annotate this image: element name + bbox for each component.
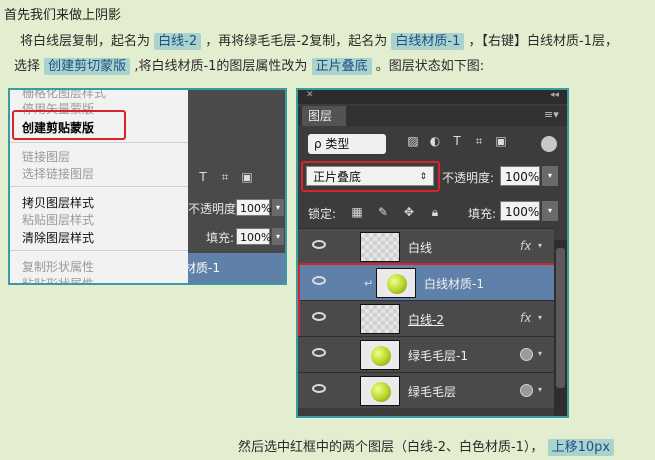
layer-thumbnail	[360, 340, 400, 370]
highlight-name-2: 白线材质-1	[391, 33, 465, 50]
highlight-blend-mode: 正片叠底	[311, 58, 372, 75]
chevron-down-icon[interactable]: ▾	[538, 349, 542, 358]
layer-name: 绿毛毛层	[408, 385, 457, 399]
layer-row[interactable]: 绿毛毛层 ▾	[298, 372, 554, 408]
instruction-text: ,将白线材质-1的图层属性改为	[134, 59, 308, 74]
adjustment-icon[interactable]: ◐	[424, 134, 446, 148]
chevron-down-icon[interactable]: ▾	[542, 201, 558, 221]
chevron-down-icon[interactable]: ▾	[542, 166, 558, 186]
menu-divider	[10, 186, 188, 187]
lock-all-icon[interactable]: 🔒︎	[422, 205, 448, 220]
layer-name: 绿毛毛层-1	[408, 349, 468, 363]
instruction-line-1: 将白线层复制，起名为 白线-2 ，再将绿毛毛层-2复制，起名为 白线材质-1 ，…	[20, 30, 618, 50]
fill-value[interactable]: 100%	[500, 201, 540, 221]
layer-thumbnail	[360, 232, 400, 262]
shape-icon[interactable]: ⌗	[214, 170, 236, 185]
footer-line: 然后选中红框中的两个图层（白线-2、白色材质-1）， 上移10px	[238, 436, 615, 456]
ball-icon	[371, 346, 391, 366]
filter-icons: T ⌗ ▣	[192, 170, 284, 192]
fill-value[interactable]: 100%	[236, 228, 271, 245]
scrollbar-thumb[interactable]	[556, 248, 565, 388]
layer-filter-select[interactable]: ρ 类型	[308, 134, 386, 154]
eye-icon[interactable]	[312, 384, 326, 393]
image-icon[interactable]: ▨	[402, 134, 424, 148]
lock-transparent-icon[interactable]: ▦	[344, 205, 370, 219]
red-highlight-box	[12, 110, 126, 140]
highlight-command: 创建剪切蒙版	[44, 58, 131, 75]
fill-label: 填充:	[206, 231, 235, 245]
smart-filter-icon[interactable]	[520, 348, 533, 361]
chevron-down-icon[interactable]: ▾	[272, 228, 284, 245]
smart-object-icon[interactable]: ▣	[236, 170, 258, 184]
lock-move-icon[interactable]: ✥	[396, 205, 422, 219]
eye-icon[interactable]	[312, 240, 326, 249]
filter-toggle[interactable]	[541, 136, 557, 152]
menu-item-link-layers[interactable]: 链接图层	[22, 148, 70, 165]
menu-divider	[10, 250, 188, 251]
layer-name: 白线	[408, 241, 433, 255]
instruction-text: ，再将绿毛毛层-2复制，起名为	[205, 34, 388, 49]
highlight-name-1: 白线-2	[154, 33, 202, 50]
menu-divider	[10, 142, 188, 143]
instruction-line-2: 选择 创建剪切蒙版 ,将白线材质-1的图层属性改为 正片叠底 。图层状态如下图:	[14, 55, 485, 75]
layer-row[interactable]: 白线 fx ▾	[298, 228, 554, 264]
scrollbar[interactable]	[554, 240, 567, 416]
layer-thumbnail	[360, 376, 400, 406]
opacity-value[interactable]: 100%	[236, 199, 271, 216]
menu-item-copy-layer-style[interactable]: 拷贝图层样式	[22, 194, 94, 211]
instruction-text: 将白线层复制，起名为	[20, 34, 151, 49]
layer-row[interactable]: 绿毛毛层-1 ▾	[298, 336, 554, 372]
instruction-text: ，【右键】白线材质-1层，	[468, 34, 618, 49]
instruction-text: 。图层状态如下图:	[375, 59, 485, 74]
text-icon[interactable]: T	[192, 170, 214, 184]
shape-icon[interactable]: ⌗	[468, 134, 490, 149]
close-icon[interactable]: ✕	[306, 90, 314, 100]
highlight-action: 上移10px	[547, 439, 615, 456]
context-menu-screenshot: T ⌗ ▣ 不透明度: 100% ▾ 填充: 100% ▾ 白线材质-1 栅格化图层…	[8, 88, 287, 285]
smart-object-icon[interactable]: ▣	[490, 134, 512, 148]
lock-paint-icon[interactable]: ✎	[370, 205, 396, 219]
menu-item-paste-layer-style[interactable]: 粘贴图层样式	[22, 211, 94, 228]
collapse-icon[interactable]: ◂◂	[550, 90, 559, 100]
lock-label: 锁定:	[308, 207, 337, 221]
fill-label: 填充:	[468, 207, 497, 221]
chevron-down-icon[interactable]: ▾	[538, 385, 542, 394]
panel-menu-icon[interactable]: ≡▾	[544, 108, 559, 121]
opacity-label: 不透明度:	[442, 171, 495, 185]
footer-text: 然后选中红框中的两个图层（白线-2、白色材质-1），	[238, 440, 544, 455]
opacity-value[interactable]: 100%	[500, 166, 540, 186]
fx-icon[interactable]: fx	[520, 239, 531, 253]
layers-panel-screenshot: ✕ ◂◂ 图层 ≡▾ ρ 类型 ▨ ◐ T ⌗ ▣ 正片叠底 ⇕ 不透明度: 100% …	[296, 88, 569, 418]
text-icon[interactable]: T	[446, 134, 468, 148]
page-heading: 首先我们来做上阴影	[4, 8, 122, 23]
menu-item-clear-layer-style[interactable]: 清除图层样式	[22, 229, 94, 246]
tab-layers[interactable]: 图层	[302, 106, 346, 126]
filter-icons: ▨ ◐ T ⌗ ▣	[402, 134, 512, 149]
menu-item-copy-shape-attrs[interactable]: 复制形状属性	[22, 258, 94, 275]
instruction-text: 选择	[14, 59, 41, 74]
opacity-label: 不透明度:	[188, 202, 241, 216]
eye-icon[interactable]	[312, 348, 326, 357]
red-highlight-box	[298, 263, 567, 338]
menu-item-paste-shape-attrs[interactable]: 粘贴形状属性	[22, 275, 94, 283]
menu-item-select-linked[interactable]: 选择链接图层	[22, 165, 94, 182]
panel-titlebar: ✕ ◂◂	[298, 90, 567, 104]
ball-icon	[371, 382, 391, 402]
lock-icons: ▦ ✎ ✥ 🔒︎	[344, 205, 448, 220]
chevron-down-icon[interactable]: ▾	[538, 241, 542, 250]
red-highlight-box	[301, 161, 440, 192]
smart-filter-icon[interactable]	[520, 384, 533, 397]
chevron-down-icon[interactable]: ▾	[272, 199, 284, 216]
